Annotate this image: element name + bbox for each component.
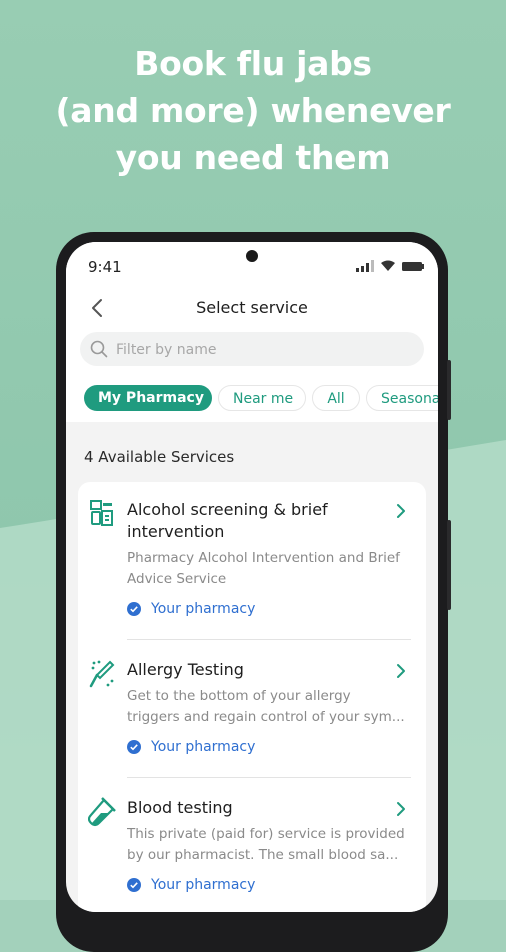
- service-item-allergy-testing[interactable]: Allergy Testing Get to the bottom of you…: [78, 659, 426, 759]
- headline-line-2: (and more) whenever: [55, 91, 451, 130]
- services-list: Alcohol screening & brief intervention P…: [78, 482, 426, 912]
- divider: [127, 639, 411, 640]
- chevron-right-icon: [397, 504, 405, 518]
- check-circle-icon: [127, 878, 141, 892]
- chevron-right-icon: [397, 802, 405, 816]
- your-pharmacy-badge: Your pharmacy: [127, 601, 255, 617]
- service-title: Allergy Testing: [127, 660, 244, 679]
- chevron-right-icon: [397, 664, 405, 678]
- your-pharmacy-badge: Your pharmacy: [127, 877, 255, 893]
- status-icons: [356, 260, 424, 272]
- filter-chip-my-pharmacy[interactable]: My Pharmacy: [84, 385, 212, 411]
- search-icon: [90, 340, 108, 358]
- signal-icon: [356, 260, 374, 272]
- badge-label: Your pharmacy: [151, 601, 256, 617]
- service-description-line-1: This private (paid for) service is provi…: [127, 826, 405, 842]
- search-bar[interactable]: [80, 332, 424, 368]
- blood-test-icon: [88, 797, 116, 827]
- headline-line-1: Book flu jabs: [134, 44, 372, 83]
- allergy-testing-icon: [89, 660, 115, 688]
- status-time: 9:41: [88, 258, 122, 276]
- service-title: Alcohol screening & brief intervention: [127, 500, 328, 541]
- page-title: Select service: [196, 298, 308, 317]
- search-input[interactable]: [114, 332, 408, 368]
- phone-side-button: [447, 360, 451, 420]
- your-pharmacy-badge: Your pharmacy: [127, 739, 255, 755]
- headline-line-3: you need them: [115, 138, 391, 177]
- battery-icon: [402, 262, 424, 271]
- filter-chip-all[interactable]: All: [312, 385, 360, 411]
- service-description-line-2: by our pharmacist. The small blood sa...: [127, 847, 399, 863]
- phone-screen: 9:41 Select service My Pharmacy Near me …: [66, 242, 438, 912]
- filter-chip-seasonal[interactable]: Seasonal: [366, 385, 438, 411]
- phone-side-button: [447, 520, 451, 610]
- check-circle-icon: [127, 602, 141, 616]
- marketing-headline: Book flu jabs (and more) whenever you ne…: [0, 40, 506, 181]
- service-item-blood-testing[interactable]: Blood testing This private (paid for) se…: [78, 797, 426, 897]
- service-item-alcohol-screening[interactable]: Alcohol screening & brief intervention P…: [78, 499, 426, 621]
- alcohol-screening-icon: [90, 500, 113, 526]
- camera-notch: [246, 250, 258, 262]
- badge-label: Your pharmacy: [151, 877, 256, 893]
- service-description: Pharmacy Alcohol Intervention and Brief …: [127, 550, 400, 587]
- service-description-line-2: triggers and regain control of your sym.…: [127, 709, 405, 725]
- check-circle-icon: [127, 740, 141, 754]
- service-description-line-1: Get to the bottom of your allergy: [127, 688, 351, 704]
- wifi-icon: [381, 260, 395, 271]
- services-count: 4 Available Services: [84, 448, 235, 466]
- filter-chip-near-me[interactable]: Near me: [218, 385, 306, 411]
- badge-label: Your pharmacy: [151, 739, 256, 755]
- service-title: Blood testing: [127, 798, 233, 817]
- divider: [127, 777, 411, 778]
